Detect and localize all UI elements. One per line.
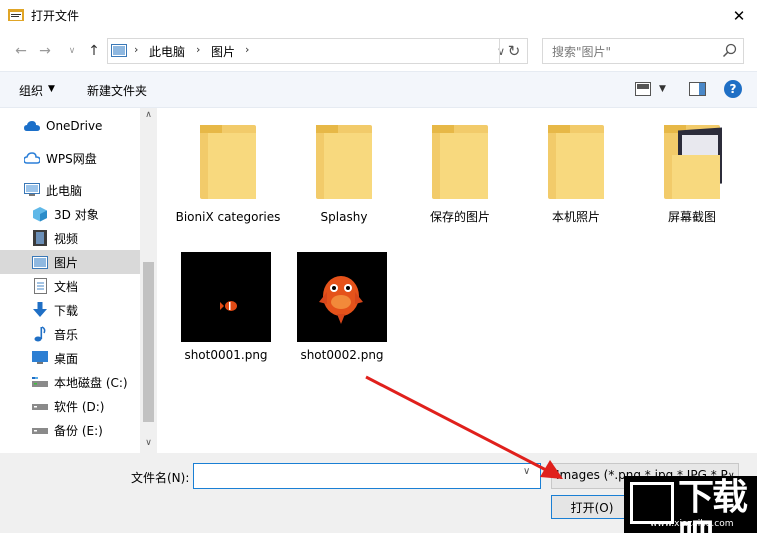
download-icon <box>32 302 48 318</box>
navigation-pane: OneDrive WPS网盘 此电脑 3D 对象 视频 图片 文档 下载 音乐 … <box>0 108 158 453</box>
address-bar[interactable]: › 此电脑 › 图片 › ∨ <box>107 38 528 64</box>
breadcrumb-separator: › <box>245 43 250 56</box>
desktop-icon <box>32 350 48 366</box>
sidebar-item-drive-c[interactable]: 本地磁盘 (C:) <box>0 370 140 394</box>
file-name: BioniX categories <box>175 210 281 224</box>
red-arrow-annotation-icon <box>365 375 563 479</box>
folder-open-icon <box>8 9 24 21</box>
image-thumbnail <box>181 252 271 342</box>
preview-pane-icon[interactable] <box>689 82 706 96</box>
breadcrumb-separator: › <box>196 43 201 56</box>
file-name: shot0002.png <box>300 348 384 362</box>
window-title: 打开文件 <box>31 9 80 23</box>
folder-icon <box>432 125 488 199</box>
pictures-icon <box>111 44 127 57</box>
open-button[interactable]: 打开(O) <box>551 495 633 519</box>
new-folder-button[interactable]: 新建文件夹 <box>87 82 147 99</box>
search-icon[interactable] <box>721 42 739 60</box>
file-item-folder[interactable]: 屏幕截图 <box>638 125 746 226</box>
scroll-up-chevron-icon[interactable]: ∧ <box>141 110 156 122</box>
image-thumbnail <box>297 252 387 342</box>
scroll-down-chevron-icon[interactable]: ∨ <box>141 438 156 450</box>
sidebar-item-videos[interactable]: 视频 <box>0 226 140 250</box>
fish-character-thumbnail-icon <box>319 276 363 324</box>
file-name: Splashy <box>320 210 368 224</box>
recent-locations-chevron-icon[interactable]: ∨ <box>61 42 83 60</box>
folder-with-screenshots-icon <box>664 125 722 199</box>
file-item-image[interactable]: shot0001.png <box>172 252 280 364</box>
folder-icon <box>200 125 256 199</box>
file-name: shot0001.png <box>184 348 268 362</box>
file-name: 屏幕截图 <box>667 210 716 224</box>
search-placeholder: 搜索"图片" <box>552 45 612 59</box>
watermark-logo: 下载吧 www.xiazaiba.com <box>624 476 757 533</box>
sidebar-item-music[interactable]: 音乐 <box>0 322 140 346</box>
change-view-icon[interactable] <box>635 82 651 96</box>
search-box[interactable]: 搜索"图片" <box>542 38 744 64</box>
file-item-image[interactable]: shot0002.png <box>288 252 396 364</box>
pictures-icon <box>32 254 48 270</box>
folder-icon <box>548 125 604 199</box>
caret-down-icon[interactable]: ▼ <box>659 84 666 94</box>
sidebar-item-drive-d[interactable]: 软件 (D:) <box>0 394 140 418</box>
document-icon <box>32 278 48 294</box>
file-item-folder[interactable]: 保存的图片 <box>406 125 514 226</box>
breadcrumb-pictures[interactable]: 图片 <box>211 43 235 60</box>
sidebar-item-desktop[interactable]: 桌面 <box>0 346 140 370</box>
up-arrow-icon[interactable]: ↑ <box>83 42 105 60</box>
breadcrumb-this-pc[interactable]: 此电脑 <box>149 43 185 60</box>
sidebar-scrollbar-thumb[interactable] <box>143 262 154 422</box>
help-icon[interactable]: ? <box>724 80 742 98</box>
close-button[interactable]: ✕ <box>721 0 757 31</box>
folder-icon <box>316 125 372 199</box>
sidebar-item-onedrive[interactable]: OneDrive <box>0 114 140 138</box>
title-bar: 打开文件 ✕ <box>0 0 757 31</box>
filename-label: 文件名(N): <box>131 471 190 485</box>
cube-icon <box>32 206 48 222</box>
sidebar-item-drive-e[interactable]: 备份 (E:) <box>0 418 140 442</box>
watermark-box-icon <box>630 482 674 524</box>
command-toolbar: 组织 ▼ 新建文件夹 ▼ ? <box>0 71 757 108</box>
forward-arrow-icon[interactable]: → <box>34 42 56 60</box>
organize-menu[interactable]: 组织 <box>19 82 43 99</box>
file-item-folder[interactable]: 本机照片 <box>522 125 630 226</box>
sidebar-item-this-pc[interactable]: 此电脑 <box>0 178 140 202</box>
drive-icon <box>32 422 48 438</box>
sidebar-item-3d-objects[interactable]: 3D 对象 <box>0 202 140 226</box>
sidebar-item-wps-cloud[interactable]: WPS网盘 <box>0 146 140 170</box>
file-name: 本机照片 <box>551 210 600 224</box>
computer-icon <box>24 182 40 198</box>
video-icon <box>32 230 48 246</box>
sidebar-item-documents[interactable]: 文档 <box>0 274 140 298</box>
sidebar-item-pictures[interactable]: 图片 <box>0 250 140 274</box>
file-name: 保存的图片 <box>429 210 490 224</box>
wps-cloud-icon <box>24 150 40 166</box>
file-item-folder[interactable]: Splashy <box>290 125 398 226</box>
file-item-folder[interactable]: BioniX categories <box>174 125 282 226</box>
clownfish-thumbnail-icon <box>220 301 237 311</box>
sidebar-item-downloads[interactable]: 下载 <box>0 298 140 322</box>
drive-icon <box>32 374 48 390</box>
navigation-bar: ← → ∨ ↑ › 此电脑 › 图片 › ∨ ↻ 搜索"图片" <box>0 31 757 71</box>
cloud-icon <box>24 118 40 134</box>
refresh-icon[interactable]: ↻ <box>499 38 528 64</box>
breadcrumb-separator: › <box>134 43 139 56</box>
caret-down-icon[interactable]: ▼ <box>48 84 55 94</box>
drive-icon <box>32 398 48 414</box>
back-arrow-icon[interactable]: ← <box>10 42 32 60</box>
music-icon <box>32 326 48 342</box>
watermark-url: www.xiazaiba.com <box>650 519 734 529</box>
